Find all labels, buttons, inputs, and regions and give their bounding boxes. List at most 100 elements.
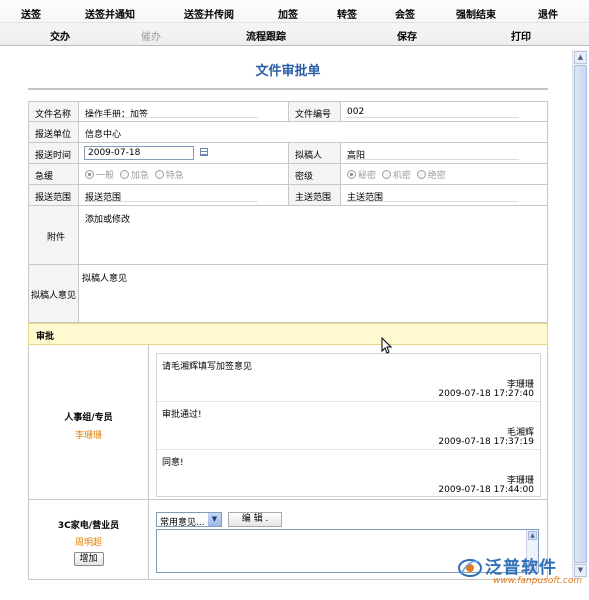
opinion-label-cell: 拟稿人意见 bbox=[29, 265, 79, 322]
opinion-label: 拟稿人意见 bbox=[31, 291, 77, 301]
form-row-file: 文件名称 操作手册：加签 文件编号 002 bbox=[28, 101, 548, 122]
comment-item: 审批通过! 毛湘辉 2009-07-18 17:37:19 bbox=[157, 402, 540, 450]
comment-item: 请毛湘辉填写加签意见 李珊珊 2009-07-18 17:27:40 bbox=[157, 354, 540, 402]
save-button[interactable]: 保存 bbox=[397, 28, 417, 43]
radio-checked-icon bbox=[85, 170, 94, 179]
file-no-label: 文件编号 bbox=[295, 110, 332, 120]
attachment-label: 附件 bbox=[47, 233, 66, 243]
main-scope-cell[interactable]: 主送范围 bbox=[341, 185, 549, 205]
secrecy-radio-group: 秘密 机密 绝密 bbox=[347, 168, 449, 181]
drafter-label-cell: 拟稿人 bbox=[289, 143, 341, 163]
transfer-sign-button[interactable]: 转签 bbox=[337, 6, 357, 21]
urgency-cell: 一般 加急 特急 bbox=[79, 164, 289, 184]
field-underline bbox=[346, 201, 519, 202]
scroll-up-icon[interactable]: ▲ bbox=[574, 51, 587, 64]
unit-label: 报送单位 bbox=[35, 130, 72, 140]
drafter-cell[interactable]: 高阳 bbox=[341, 143, 549, 163]
approver-role: 3C家电/营业员 bbox=[57, 521, 120, 531]
comment-text: 请毛湘辉填写加签意见 bbox=[162, 362, 253, 372]
delegate-button[interactable]: 交办 bbox=[50, 28, 70, 43]
unit-value: 信息中心 bbox=[85, 130, 122, 140]
force-end-button[interactable]: 强制结束 bbox=[456, 6, 496, 21]
field-underline bbox=[84, 117, 258, 118]
scroll-thumb[interactable] bbox=[574, 65, 587, 563]
approval-heading: 审批 bbox=[28, 323, 548, 345]
return-button[interactable]: 退件 bbox=[538, 6, 558, 21]
send-sign-circulate-button[interactable]: 送签并传阅 bbox=[184, 6, 234, 21]
urgency-label-cell: 急缓 bbox=[29, 164, 79, 184]
title-divider bbox=[28, 88, 548, 90]
secrecy-option-secret[interactable]: 秘密 bbox=[347, 170, 377, 181]
file-no-label-cell: 文件编号 bbox=[289, 102, 341, 121]
comment-time: 2009-07-18 17:37:19 bbox=[438, 437, 534, 447]
approver-role: 人事组/专员 bbox=[64, 413, 113, 423]
file-name-label-cell: 文件名称 bbox=[29, 102, 79, 121]
opinion-cell[interactable]: 拟稿人意见 bbox=[79, 265, 549, 322]
comment-text: 审批通过! bbox=[162, 410, 202, 420]
page-title: 文件审批单 bbox=[255, 64, 321, 79]
calendar-icon[interactable] bbox=[200, 148, 208, 156]
add-button[interactable]: 增加 bbox=[73, 552, 104, 566]
process-track-button[interactable]: 流程跟踪 bbox=[246, 28, 286, 43]
urgency-option-label: 加急 bbox=[130, 171, 149, 181]
secrecy-option-label: 秘密 bbox=[358, 171, 377, 181]
attachment-label-cell: 附件 bbox=[29, 206, 79, 264]
secrecy-option-label: 机密 bbox=[392, 171, 411, 181]
form-row-urgency: 急缓 一般 加急 特急 密级 秘密 机密 绝密 bbox=[28, 164, 548, 185]
send-sign-notify-button[interactable]: 送签并通知 bbox=[85, 6, 135, 21]
approval-role-cell: 人事组/专员 李珊珊 bbox=[29, 345, 149, 499]
print-button[interactable]: 打印 bbox=[511, 28, 531, 43]
file-no-value: 002 bbox=[347, 107, 365, 117]
secrecy-option-confidential[interactable]: 机密 bbox=[381, 170, 411, 181]
date-label-cell: 报送时间 bbox=[29, 143, 79, 163]
file-name-value: 操作手册：加签 bbox=[85, 110, 149, 120]
secrecy-option-top-secret[interactable]: 绝密 bbox=[416, 170, 446, 181]
scope-cell[interactable]: 报送范围 bbox=[79, 185, 289, 205]
radio-icon bbox=[119, 170, 129, 179]
vertical-scrollbar[interactable]: ▲ ▼ bbox=[572, 50, 587, 578]
form-row-date: 报送时间 2009-07-18 拟稿人 高阳 bbox=[28, 143, 548, 164]
brand-url: www.fanpusoft.com bbox=[493, 576, 583, 586]
add-sign-button[interactable]: 加签 bbox=[278, 6, 298, 21]
joint-sign-button[interactable]: 会签 bbox=[395, 6, 415, 21]
select-value: 常用意见... bbox=[160, 518, 205, 528]
radio-icon bbox=[416, 170, 426, 179]
form-row-unit: 报送单位 信息中心 bbox=[28, 122, 548, 143]
file-name-cell[interactable]: 操作手册：加签 bbox=[79, 102, 289, 121]
date-input[interactable]: 2009-07-18 bbox=[84, 146, 194, 160]
form-row-attachment: 附件 添加或修改 bbox=[28, 206, 548, 265]
file-no-cell[interactable]: 002 bbox=[341, 102, 549, 121]
urgency-option-normal[interactable]: 一般 bbox=[85, 170, 114, 181]
brand-name: 泛普软件 bbox=[485, 558, 557, 578]
field-underline bbox=[84, 201, 258, 202]
urgency-option-critical[interactable]: 特急 bbox=[154, 170, 184, 181]
scope-label: 报送范围 bbox=[35, 193, 72, 203]
mouse-pointer-icon bbox=[381, 337, 392, 354]
attachment-link[interactable]: 添加或修改 bbox=[85, 212, 130, 225]
secrecy-label: 密级 bbox=[295, 172, 314, 182]
urgency-radio-group: 一般 加急 特急 bbox=[85, 168, 187, 181]
secrecy-label-cell: 密级 bbox=[289, 164, 341, 184]
chevron-down-icon[interactable]: ▼ bbox=[208, 513, 221, 526]
approver-name: 李珊珊 bbox=[74, 431, 102, 441]
form-row-opinion: 拟稿人意见 拟稿人意见 bbox=[28, 265, 548, 323]
comment-item: 同意! 李珊珊 2009-07-18 17:44:00 bbox=[157, 450, 540, 498]
unit-cell[interactable]: 信息中心 bbox=[79, 122, 549, 142]
urge-button[interactable]: 催办 bbox=[141, 28, 161, 43]
fanpu-logo-icon bbox=[458, 559, 482, 577]
drafter-label: 拟稿人 bbox=[295, 151, 323, 161]
common-opinion-select[interactable]: 常用意见... ▼ bbox=[156, 512, 222, 528]
comment-time: 2009-07-18 17:27:40 bbox=[438, 389, 534, 399]
scroll-up-icon[interactable]: ▲ bbox=[528, 531, 537, 540]
date-label: 报送时间 bbox=[35, 151, 72, 161]
urgency-option-urgent[interactable]: 加急 bbox=[119, 170, 149, 181]
edit-button[interactable]: 编 辑 . bbox=[228, 512, 282, 527]
urgency-option-label: 特急 bbox=[165, 171, 184, 181]
send-sign-button[interactable]: 送签 bbox=[21, 6, 41, 21]
field-underline bbox=[346, 117, 519, 118]
secrecy-option-label: 绝密 bbox=[427, 171, 446, 181]
approver-name: 周明超 bbox=[74, 538, 102, 548]
approval-heading-label: 审批 bbox=[36, 332, 55, 342]
opinion-value: 拟稿人意见 bbox=[82, 274, 128, 284]
toolbar: 送签 送签并通知 送签并传阅 加签 转签 会签 强制结束 退件 交办 催办 流程… bbox=[0, 0, 589, 46]
